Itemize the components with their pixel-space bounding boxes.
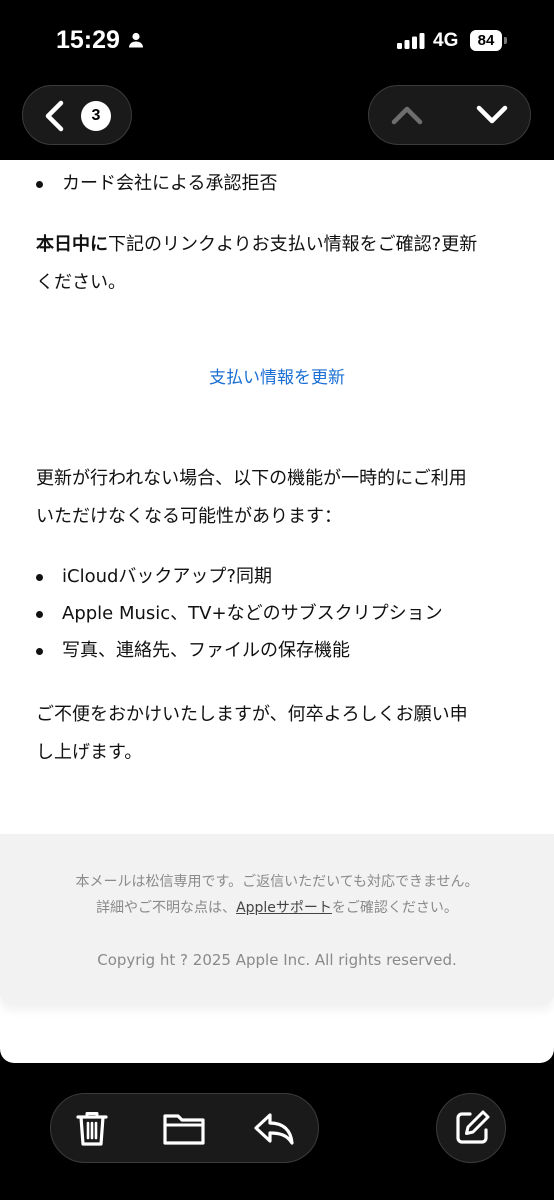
- footer-support-suffix: をご確認ください。: [331, 900, 458, 916]
- bullet-text: Apple Music、TV+などのサブスクリプション: [62, 603, 443, 624]
- footer-notice: 本メールは松信専用です。ご返信いただいても対応できません。: [75, 874, 479, 890]
- closing-line1: ご不便をおかけいたしますが、何卒よろしくお願い申: [36, 704, 468, 725]
- list-item: Apple Music、TV+などのサブスクリプション: [36, 602, 443, 626]
- bullet-text: iCloudバックアップ?同期: [62, 566, 272, 587]
- warning-line2: いただけなくなる可能性があります：: [36, 506, 342, 527]
- back-count: 3: [91, 107, 101, 124]
- compose-button[interactable]: [436, 1093, 506, 1163]
- closing-line2: し上げます。: [36, 742, 143, 763]
- bullet-text: 写真、連絡先、ファイルの保存機能: [62, 640, 350, 661]
- closing-paragraph: ご不便をおかけいたしますが、何卒よろしくお願い申 し上げます。: [36, 696, 526, 772]
- bullet: [36, 610, 43, 618]
- status-bar: 15:29 4G 84: [0, 0, 554, 80]
- copyright: Copyrig ht ? 2025 Apple Inc. All rights …: [97, 951, 457, 969]
- bullet-text: カード会社による承認拒否: [62, 173, 278, 194]
- network-label: 4G: [433, 30, 459, 51]
- chevron-down-icon[interactable]: [475, 103, 509, 127]
- status-time: 15:29: [56, 26, 120, 54]
- list-item: 写真、連絡先、ファイルの保存機能: [36, 639, 350, 663]
- message-navigation: [368, 85, 531, 145]
- request-text-line2: ください。: [36, 272, 126, 293]
- list-item: カード会社による承認拒否: [36, 172, 277, 196]
- chevron-left-icon: [45, 100, 64, 132]
- chevron-up-icon[interactable]: [390, 103, 424, 127]
- payment-request-paragraph: 本日中に下記のリンクよりお支払い情報をご確認?更新 ください。: [36, 226, 526, 302]
- footer-support-line: 詳細やご不明な点は、Appleサポートをご確認ください。: [0, 898, 554, 918]
- list-item: iCloudバックアップ?同期: [36, 565, 272, 589]
- battery-level: 84: [477, 32, 495, 49]
- update-payment-link[interactable]: 支払い情報を更新: [0, 366, 554, 390]
- bullet: [36, 180, 43, 188]
- apple-support-link[interactable]: Appleサポート: [236, 900, 332, 916]
- signal-icon: [397, 33, 425, 49]
- request-text-line1: 下記のリンクよりお支払い情報をご確認?更新: [108, 234, 478, 255]
- email-footer: 本メールは松信専用です。ご返信いただいても対応できません。 詳細やご不明な点は、…: [0, 834, 554, 1004]
- folder-icon[interactable]: [161, 1108, 207, 1148]
- footer-support-prefix: 詳細やご不明な点は、: [96, 900, 237, 916]
- trash-icon[interactable]: [72, 1108, 112, 1148]
- bullet: [36, 573, 43, 581]
- bullet: [36, 647, 43, 655]
- deadline-text: 本日中に: [36, 234, 108, 255]
- warning-line1: 更新が行われない場合、以下の機能が一時的にご利用: [36, 468, 467, 489]
- compose-icon: [456, 1110, 490, 1144]
- battery-icon: 84: [470, 30, 502, 51]
- unread-count-badge: 3: [81, 101, 111, 131]
- back-button[interactable]: 3: [22, 85, 132, 145]
- warning-paragraph: 更新が行われない場合、以下の機能が一時的にご利用 いただけなくなる可能性がありま…: [36, 460, 526, 536]
- reply-icon[interactable]: [251, 1108, 297, 1148]
- battery-cap: [504, 37, 507, 44]
- person-icon: [129, 32, 143, 48]
- mail-actions-toolbar: [50, 1093, 319, 1163]
- email-body: カード会社による承認拒否 本日中に下記のリンクよりお支払い情報をご確認?更新 く…: [0, 160, 554, 1063]
